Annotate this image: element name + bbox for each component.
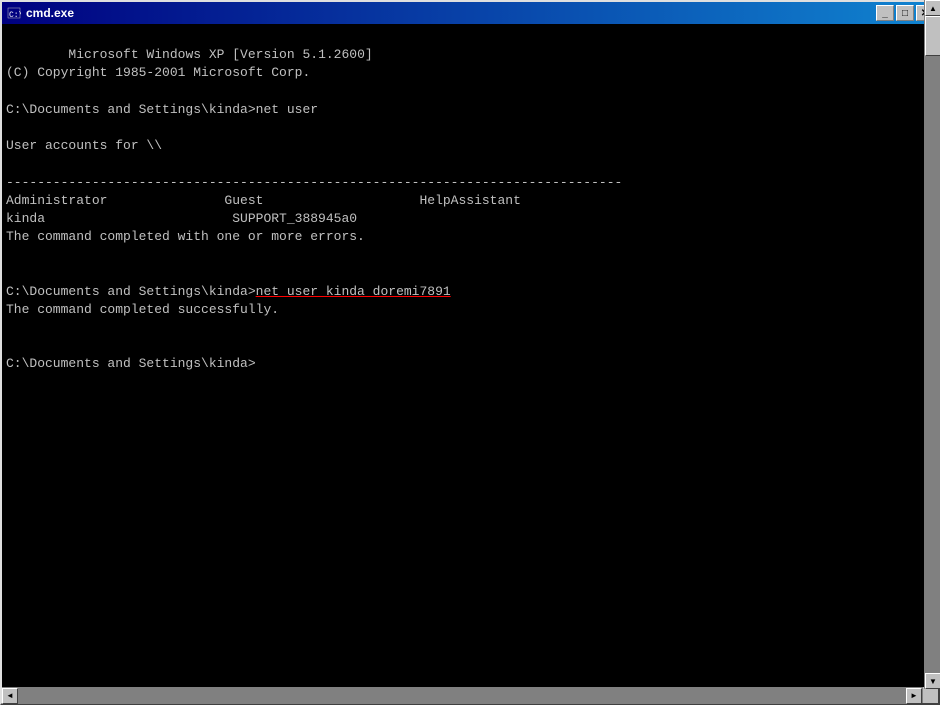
maximize-button[interactable]: □	[896, 5, 914, 21]
line-14: C:\Documents and Settings\kinda>net user…	[6, 284, 451, 299]
cmd-window: C:\ cmd.exe _ □ ✕ Microsoft Windows XP […	[0, 0, 940, 705]
separator-line: ----------------------------------------…	[6, 175, 622, 190]
line-11: The command completed with one or more e…	[6, 229, 365, 244]
line-1: Microsoft Windows XP [Version 5.1.2600]	[68, 47, 372, 62]
line9-col1: Administrator Guest HelpAssistant	[6, 193, 521, 208]
scrollbar-corner	[922, 687, 938, 703]
console-container: Microsoft Windows XP [Version 5.1.2600] …	[2, 24, 938, 687]
line-16	[6, 320, 14, 335]
bottom-bar: ◄ ►	[2, 687, 938, 703]
window-icon: C:\	[6, 5, 22, 21]
scroll-track-h[interactable]	[18, 688, 906, 704]
line-7	[6, 156, 14, 171]
window-title: cmd.exe	[26, 6, 876, 20]
line-4: C:\Documents and Settings\kinda>net user	[6, 102, 318, 117]
vertical-scrollbar[interactable]: ▲ ▼	[924, 24, 938, 687]
svg-text:C:\: C:\	[9, 11, 21, 20]
console-output[interactable]: Microsoft Windows XP [Version 5.1.2600] …	[2, 24, 938, 687]
console-content: Microsoft Windows XP [Version 5.1.2600] …	[6, 28, 920, 392]
title-bar: C:\ cmd.exe _ □ ✕	[2, 2, 938, 24]
scroll-thumb-v[interactable]	[925, 24, 938, 56]
line14-cmd: net user kinda doremi7891	[256, 284, 451, 299]
line-17	[6, 338, 14, 353]
line-2: (C) Copyright 1985-2001 Microsoft Corp.	[6, 65, 310, 80]
line-12	[6, 247, 14, 262]
line-13	[6, 265, 14, 280]
line-10: kinda SUPPORT_388945a0	[6, 211, 357, 226]
line-3	[6, 84, 14, 99]
minimize-button[interactable]: _	[876, 5, 894, 21]
scroll-track-v[interactable]	[925, 24, 938, 673]
line-15: The command completed successfully.	[6, 302, 279, 317]
scroll-left-button[interactable]: ◄	[2, 688, 18, 704]
line-9: Administrator Guest HelpAssistant	[6, 193, 521, 208]
scroll-right-button[interactable]: ►	[906, 688, 922, 704]
horizontal-scrollbar[interactable]: ◄ ►	[2, 687, 922, 703]
line-5	[6, 120, 14, 135]
line-6: User accounts for \\	[6, 138, 162, 153]
scroll-down-button[interactable]: ▼	[925, 673, 938, 687]
line14-prefix: C:\Documents and Settings\kinda>	[6, 284, 256, 299]
line-18: C:\Documents and Settings\kinda>	[6, 356, 256, 371]
